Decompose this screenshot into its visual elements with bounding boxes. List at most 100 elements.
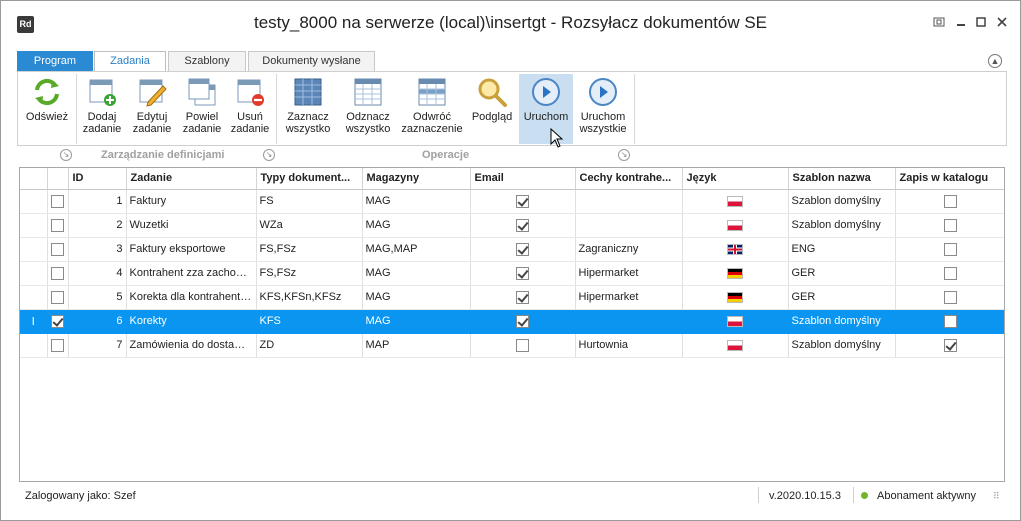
- cell-zapis: [895, 285, 1004, 310]
- row-select-cell[interactable]: [47, 333, 69, 358]
- col-header-email[interactable]: Email: [470, 168, 576, 190]
- save-to-folder-checkbox[interactable]: [944, 290, 957, 304]
- cell-email: [470, 285, 576, 310]
- row-select-checkbox[interactable]: [51, 218, 64, 232]
- duplicate-task-button[interactable]: Powiel zadanie: [180, 74, 224, 144]
- play-icon: [532, 78, 560, 106]
- group-dialog-launcher-icon[interactable]: ↘: [60, 149, 72, 161]
- checkbox-header[interactable]: [47, 168, 69, 190]
- run-all-button[interactable]: Uruchom wszystkie: [576, 74, 630, 144]
- row-select-checkbox[interactable]: [51, 314, 64, 328]
- cell-jezyk: [682, 309, 789, 334]
- col-header-jezyk[interactable]: Język: [682, 168, 789, 190]
- cell-magazyny: MAG: [362, 309, 471, 334]
- cell-magazyny: MAG: [362, 213, 471, 238]
- tasks-grid: ID Zadanie Typy dokument... Magazyny Ema…: [19, 167, 1005, 482]
- row-indicator: [20, 261, 48, 286]
- email-checkbox[interactable]: [516, 290, 529, 304]
- col-header-typy[interactable]: Typy dokument...: [256, 168, 363, 190]
- save-to-folder-checkbox[interactable]: [944, 242, 957, 256]
- row-select-cell[interactable]: [47, 261, 69, 286]
- restore-window-icon[interactable]: [931, 15, 947, 31]
- ribbon-separator: [634, 74, 635, 144]
- col-header-magazyny[interactable]: Magazyny: [362, 168, 471, 190]
- row-select-cell[interactable]: [47, 189, 69, 214]
- deselect-all-label: Odznacz wszystko: [345, 111, 391, 135]
- table-row[interactable]: 2 Wuzetki WZa MAG Szablon domyślny: [20, 213, 1004, 238]
- col-header-zadanie[interactable]: Zadanie: [126, 168, 257, 190]
- duplicate-task-icon: [188, 78, 216, 106]
- col-header-cechy[interactable]: Cechy kontrahe...: [575, 168, 683, 190]
- email-checkbox[interactable]: [516, 242, 529, 256]
- cell-id: 3: [68, 237, 127, 262]
- preview-button[interactable]: Podgląd: [468, 74, 516, 144]
- delete-task-button[interactable]: Usuń zadanie: [228, 74, 272, 144]
- cell-zapis: [895, 213, 1004, 238]
- refresh-icon: [35, 78, 59, 106]
- maximize-button[interactable]: [973, 15, 989, 31]
- email-checkbox[interactable]: [516, 266, 529, 280]
- save-to-folder-checkbox[interactable]: [944, 218, 957, 232]
- row-select-cell[interactable]: [47, 285, 69, 310]
- cell-zapis: [895, 189, 1004, 214]
- table-row[interactable]: 4Kontrahent zza zachodniej granicyFS,FSz…: [20, 261, 1004, 286]
- cell-szablon: Szablon domyślny: [788, 213, 896, 238]
- group-dialog-launcher-icon[interactable]: ↘: [618, 149, 630, 161]
- de-flag-icon: [727, 267, 743, 279]
- row-select-checkbox[interactable]: [51, 266, 64, 280]
- cell-zapis: [895, 261, 1004, 286]
- col-header-szablon[interactable]: Szablon nazwa: [788, 168, 896, 190]
- subscription-status-text: Abonament aktywny: [877, 490, 977, 502]
- table-row[interactable]: 3 Faktury eksportowe FS,FSz MAG,MAP Zagranic…: [20, 237, 1004, 262]
- close-button[interactable]: [994, 15, 1010, 31]
- collapse-ribbon-icon[interactable]: ▲: [988, 54, 1002, 68]
- invert-selection-button[interactable]: Odwróć zaznaczenie: [400, 74, 464, 144]
- col-header-id[interactable]: ID: [68, 168, 127, 190]
- refresh-button[interactable]: Odśwież: [22, 74, 72, 144]
- cell-cechy: Hipermarket: [575, 261, 683, 286]
- row-select-cell[interactable]: [47, 309, 69, 334]
- cell-id: 6: [68, 309, 127, 334]
- row-indicator: [20, 189, 48, 214]
- tab-dokumenty-wyslane[interactable]: Dokumenty wysłane: [248, 51, 375, 72]
- table-row[interactable]: 1 Faktury FS MAG Szablon domyślny: [20, 189, 1004, 214]
- row-select-checkbox[interactable]: [51, 290, 64, 304]
- save-to-folder-checkbox[interactable]: [944, 338, 957, 352]
- email-checkbox[interactable]: [516, 314, 529, 328]
- cell-zadanie: Kontrahent zza zachodniej granicy: [126, 261, 257, 286]
- tab-program[interactable]: Program: [17, 51, 93, 72]
- magnifier-icon: [478, 78, 507, 107]
- table-row[interactable]: Ⅰ 6 Korekty KFS MAG Szablon domyślny: [20, 309, 1004, 334]
- table-row[interactable]: 5Korekta dla kontrahenta niemieckiegoKFS…: [20, 285, 1004, 310]
- cell-magazyny: MAG: [362, 261, 471, 286]
- save-to-folder-checkbox[interactable]: [944, 314, 957, 328]
- email-checkbox[interactable]: [516, 194, 529, 208]
- cell-zadanie: Korekty: [126, 309, 257, 334]
- cell-typy: WZa: [256, 213, 363, 238]
- minimize-button[interactable]: [953, 15, 969, 31]
- select-all-button[interactable]: Zaznacz wszystko: [280, 74, 336, 144]
- save-to-folder-checkbox[interactable]: [944, 266, 957, 280]
- group-dialog-launcher-icon[interactable]: ↘: [263, 149, 275, 161]
- add-task-button[interactable]: Dodaj zadanie: [80, 74, 124, 144]
- save-to-folder-checkbox[interactable]: [944, 194, 957, 208]
- table-row[interactable]: 7 Zamówienia do dostawców ZD MAP Hurtownia Sz…: [20, 333, 1004, 358]
- cell-magazyny: MAP: [362, 333, 471, 358]
- deselect-all-button[interactable]: Odznacz wszystko: [340, 74, 396, 144]
- email-checkbox[interactable]: [516, 218, 529, 232]
- row-select-checkbox[interactable]: [51, 242, 64, 256]
- row-select-checkbox[interactable]: [51, 194, 64, 208]
- cell-zadanie: Zamówienia do dostawców: [126, 333, 257, 358]
- col-header-zapis[interactable]: Zapis w katalogu: [895, 168, 1004, 190]
- row-select-cell[interactable]: [47, 237, 69, 262]
- tab-szablony[interactable]: Szablony: [168, 51, 246, 72]
- email-checkbox[interactable]: [516, 338, 529, 352]
- run-button[interactable]: Uruchom: [519, 74, 573, 144]
- resize-grip-icon[interactable]: ⠿: [993, 491, 1003, 501]
- select-all-label: Zaznacz wszystko: [285, 111, 331, 135]
- row-select-cell[interactable]: [47, 213, 69, 238]
- mouse-cursor-icon: [550, 128, 564, 148]
- edit-task-button[interactable]: Edytuj zadanie: [128, 74, 176, 144]
- tab-zadania[interactable]: Zadania: [94, 51, 166, 73]
- row-select-checkbox[interactable]: [51, 338, 64, 352]
